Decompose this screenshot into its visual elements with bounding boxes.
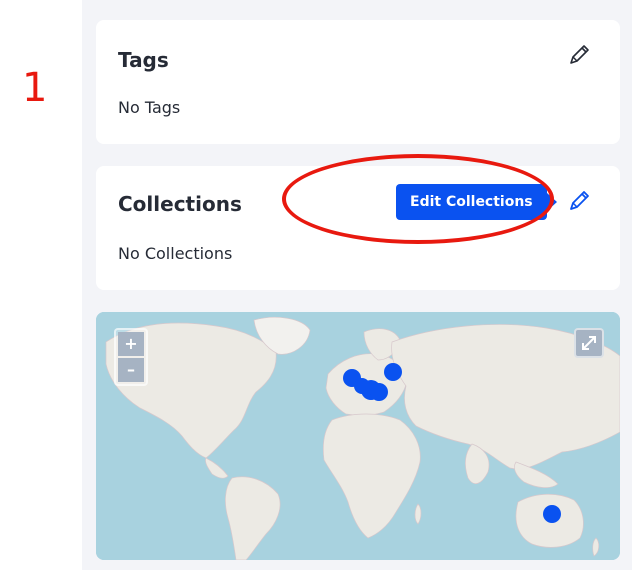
zoom-out-button[interactable]: – [118, 358, 144, 382]
map-marker-central-europe-2 [370, 383, 388, 401]
map-marker-scandinavia [384, 363, 402, 381]
zoom-controls: + – [114, 328, 148, 386]
pencil-icon [570, 191, 589, 210]
fullscreen-button[interactable] [574, 328, 604, 358]
edit-tags-button[interactable] [566, 42, 592, 68]
map-marker-australia [543, 505, 561, 523]
no-collections-text: No Collections [118, 244, 233, 263]
zoom-in-button[interactable]: + [118, 332, 144, 356]
world-map[interactable]: + – [96, 312, 620, 560]
collections-title: Collections [118, 192, 242, 216]
side-panel: Tags No Tags Collections No Collections … [82, 0, 632, 570]
map-marker-western-europe-2 [354, 378, 370, 394]
edit-collections-button[interactable] [566, 188, 592, 214]
step-number-annotation: 1 [22, 65, 48, 111]
map-tiles [96, 312, 620, 560]
highlight-annotation-ring [282, 154, 554, 244]
tags-card: Tags No Tags [96, 20, 620, 144]
pencil-icon [570, 45, 589, 64]
tags-title: Tags [118, 48, 169, 72]
no-tags-text: No Tags [118, 98, 181, 117]
expand-icon [582, 336, 596, 350]
